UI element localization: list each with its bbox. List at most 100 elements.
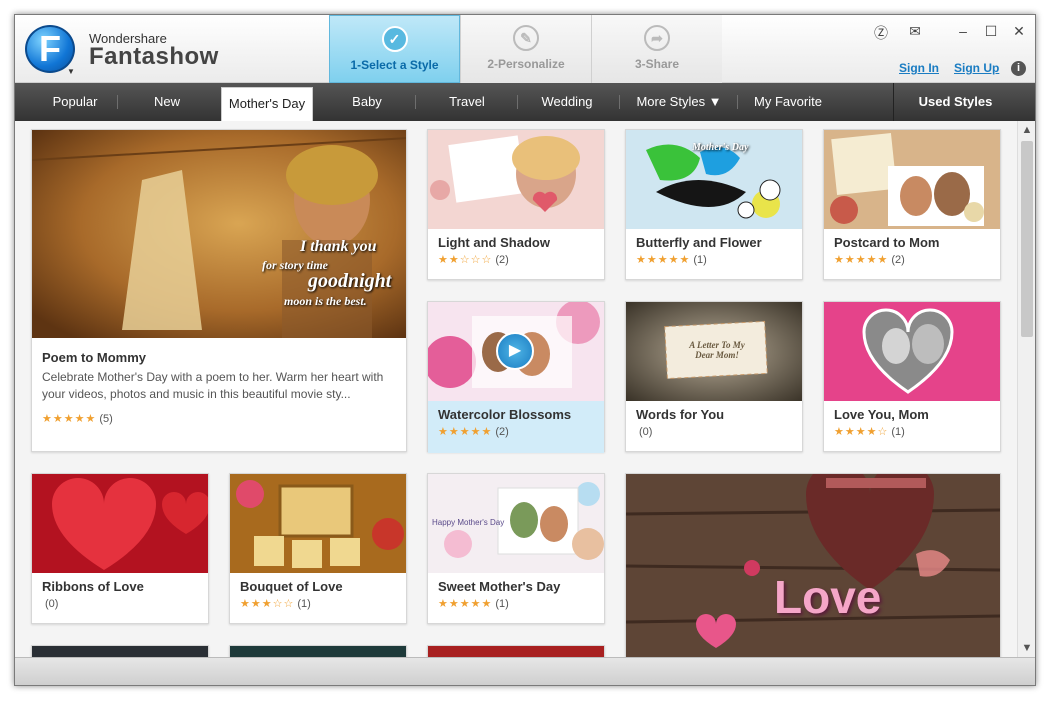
step-personalize[interactable]: ✎ 2-Personalize <box>460 15 591 83</box>
style-info: Bouquet of Love ★★★☆☆ (1) <box>230 573 406 618</box>
style-card-large[interactable]: Love <box>625 473 1001 657</box>
style-thumbnail <box>230 474 406 573</box>
style-thumbnail: Mother's Day <box>626 130 802 229</box>
tab-separator <box>517 95 518 109</box>
scroll-thumb[interactable] <box>1021 141 1033 337</box>
app-name: Fantashow <box>89 43 219 70</box>
style-title: Watercolor Blossoms <box>438 407 572 422</box>
rating-count: (1) <box>693 254 707 266</box>
feedback-icon[interactable]: Ⓩ <box>871 23 891 43</box>
style-card-partial[interactable] <box>31 645 209 657</box>
tab-baby[interactable]: Baby <box>323 83 411 121</box>
maximize-icon[interactable]: ☐ <box>981 23 1001 40</box>
thumbnail-art <box>32 474 208 573</box>
style-card[interactable]: A Letter To My Dear Mom! Words for You (… <box>625 301 803 452</box>
style-info: Postcard to Mom ★★★★★ (2) <box>824 229 1000 274</box>
rating-count: (5) <box>99 413 113 425</box>
rating-count: (1) <box>495 598 509 610</box>
logo-menu-caret-icon[interactable]: ▼ <box>67 67 75 76</box>
star-rating-icon: ★★★★★ <box>438 426 493 438</box>
tab-travel[interactable]: Travel <box>419 83 515 121</box>
style-thumbnail: Happy Mother's Day <box>428 474 604 573</box>
rating-count: (2) <box>891 254 905 266</box>
tab-separator <box>415 95 416 109</box>
style-card[interactable]: Bouquet of Love ★★★☆☆ (1) <box>229 473 407 624</box>
star-rating-icon: ★★★★★ <box>42 413 97 425</box>
minimize-icon[interactable]: – <box>953 23 973 39</box>
style-card-featured[interactable]: I thank you for story time goodnight moo… <box>31 129 407 452</box>
tab-more-styles[interactable]: More Styles ▼ <box>623 83 735 121</box>
tab-new[interactable]: New <box>125 83 209 121</box>
close-icon[interactable]: ✕ <box>1009 23 1029 40</box>
thumbnail-caption: Mother's Day <box>692 142 749 153</box>
style-card[interactable]: Love You, Mom ★★★★☆ (1) <box>823 301 1001 452</box>
style-thumbnail: Love <box>626 474 1000 657</box>
style-title: Sweet Mother's Day <box>438 579 561 594</box>
style-thumbnail: A Letter To My Dear Mom! <box>626 302 802 401</box>
help-icon[interactable]: i <box>1011 61 1026 76</box>
style-info: Poem to Mommy Celebrate Mother's Day wit… <box>32 344 406 433</box>
style-card[interactable]: Mother's Day Butterfly and Flower ★★★★★(… <box>625 129 803 280</box>
style-info: Ribbons of Love (0) <box>32 573 208 618</box>
thumbnail-caption: A Letter To My Dear Mom! <box>689 340 745 360</box>
step-label: 3-Share <box>634 57 680 71</box>
star-rating-icon: ★★★★★ <box>834 254 889 266</box>
style-thumbnail: I thank you for story time goodnight moo… <box>32 130 406 338</box>
style-card-selected[interactable]: ▶ Watercolor Blossoms ★★★★★ (2) <box>427 301 605 453</box>
style-info: Watercolor Blossoms ★★★★★ (2) <box>428 401 604 453</box>
featured-overlay-line: I thank you <box>300 238 377 255</box>
step-select-style[interactable]: ✓ 1-Select a Style <box>329 15 460 83</box>
style-card[interactable]: Postcard to Mom ★★★★★ (2) <box>823 129 1001 280</box>
thumbnail-art <box>824 130 1000 229</box>
tab-separator <box>619 95 620 109</box>
style-title: Words for You <box>636 407 725 422</box>
tab-my-favorite[interactable]: My Favorite <box>743 83 833 121</box>
style-title: Love You, Mom <box>834 407 929 422</box>
app-window: F ▼ Wondershare Fantashow ✓ 1-Select a S… <box>14 14 1036 686</box>
style-card[interactable]: Light and Shadow ★★☆☆☆ (2) <box>427 129 605 280</box>
style-thumbnail <box>32 474 208 573</box>
status-bar <box>15 657 1035 685</box>
style-rating: ★★★★★ (5) <box>42 409 396 427</box>
sign-in-link[interactable]: Sign In <box>899 61 939 75</box>
mail-icon[interactable]: ✉ <box>905 23 925 40</box>
share-icon: ➦ <box>644 25 670 51</box>
scroll-down-icon[interactable]: ▼ <box>1018 639 1035 657</box>
style-card[interactable]: Ribbons of Love (0) <box>31 473 209 624</box>
style-thumbnail <box>824 302 1000 401</box>
style-card-partial[interactable] <box>427 645 605 657</box>
tab-wedding[interactable]: Wedding <box>521 83 613 121</box>
category-nav: Popular New Mother's Day Baby Travel Wed… <box>15 83 1035 121</box>
rating-count: (1) <box>297 598 311 610</box>
style-info: Love You, Mom ★★★★☆ (1) <box>824 401 1000 446</box>
scroll-up-icon[interactable]: ▲ <box>1018 121 1035 139</box>
style-thumbnail: ▶ <box>428 302 604 401</box>
tab-popular[interactable]: Popular <box>33 83 117 121</box>
app-logo-icon[interactable]: F <box>25 25 75 73</box>
style-card-partial[interactable] <box>229 645 407 657</box>
style-card[interactable]: Happy Mother's Day Sweet Mother's Day ★★… <box>427 473 605 624</box>
thumbnail-art <box>428 130 604 229</box>
style-title: Bouquet of Love <box>240 579 343 594</box>
style-title: Butterfly and Flower <box>636 235 762 250</box>
sign-up-link[interactable]: Sign Up <box>954 61 999 75</box>
play-preview-icon[interactable]: ▶ <box>496 332 534 370</box>
style-info: Butterfly and Flower ★★★★★ (1) <box>626 229 802 274</box>
step-share[interactable]: ➦ 3-Share <box>591 15 722 83</box>
rating-count: (2) <box>495 254 509 266</box>
style-title: Postcard to Mom <box>834 235 940 250</box>
vertical-scrollbar[interactable]: ▲ ▼ <box>1017 121 1035 657</box>
star-rating-icon: ★★★★☆ <box>834 426 889 438</box>
star-rating-icon: ★★★★★ <box>636 254 691 266</box>
style-thumbnail <box>428 130 604 229</box>
used-styles-button[interactable]: Used Styles <box>893 83 1017 121</box>
thumbnail-art <box>824 302 1000 401</box>
rating-count: (2) <box>495 426 509 438</box>
style-info: Words for You (0) <box>626 401 802 446</box>
thumbnail-caption: Happy Mother's Day <box>432 518 505 527</box>
tab-mothers-day[interactable]: Mother's Day <box>221 87 313 121</box>
style-description: Celebrate Mother's Day with a poem to he… <box>42 370 384 401</box>
star-rating-icon: ★★★☆☆ <box>240 598 295 610</box>
love-thumbnail-art <box>626 474 1000 657</box>
style-title: Poem to Mommy <box>42 350 147 365</box>
